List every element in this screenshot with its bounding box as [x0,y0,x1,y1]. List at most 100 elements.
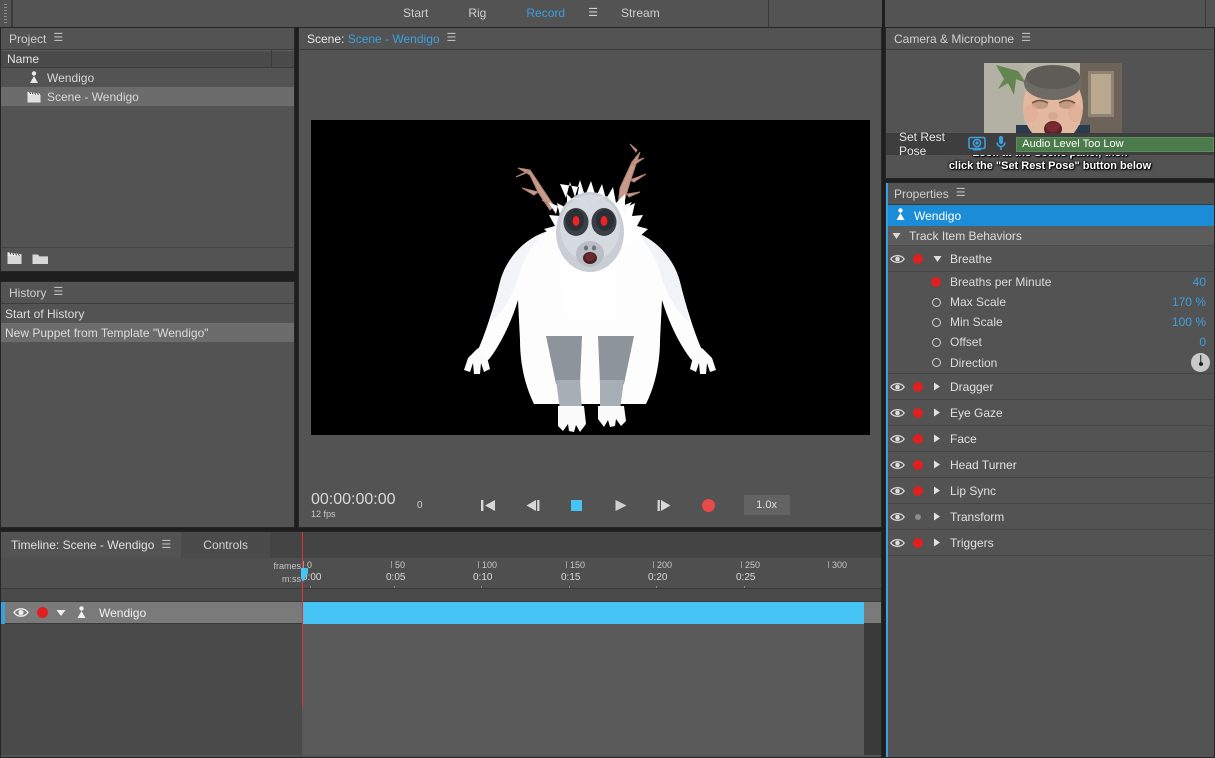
behavior-row-triggers[interactable]: Triggers [886,530,1214,556]
behavior-name: Transform [950,509,1005,524]
arm-record-toggle[interactable] [908,513,928,520]
timeline-ruler[interactable]: frames m:ss 0 50 100 150 200 250 300 0:0… [1,558,881,589]
track-arm-toggle[interactable] [32,607,52,618]
triangle-right-icon[interactable] [928,538,946,547]
history-item-start[interactable]: Start of History [1,304,294,323]
playhead-marker[interactable] [297,568,308,582]
arm-record-toggle[interactable] [908,381,928,392]
behavior-name: Dragger [950,379,994,394]
param-value[interactable]: 170 % [1172,295,1214,309]
new-folder-icon[interactable] [32,252,49,268]
param-row-max-scale[interactable]: Max Scale 170 % [886,292,1214,312]
param-row-direction[interactable]: Direction [886,352,1214,374]
eye-icon[interactable] [886,382,908,392]
eye-icon[interactable] [886,512,908,522]
playback-speed-button[interactable]: 1.0x [743,495,790,515]
project-item-scene-wendigo[interactable]: Scene - Wendigo [1,87,294,106]
hamburger-icon[interactable]: ☰ [53,33,63,44]
scene-canvas-area[interactable] [299,50,881,505]
hamburger-icon[interactable]: ☰ [447,33,457,44]
workspace-tab-rig[interactable]: Rig [448,0,506,27]
arm-record-toggle[interactable] [908,253,928,264]
behavior-row-dragger[interactable]: Dragger [886,374,1214,400]
param-arm-toggle[interactable] [926,317,946,327]
hamburger-icon[interactable]: ☰ [585,0,601,27]
triangle-right-icon[interactable] [928,512,946,521]
new-scene-icon[interactable] [7,251,23,268]
workspace-tab-start[interactable]: Start [383,0,448,27]
timeline-track-row[interactable]: Wendigo [1,601,881,624]
param-arm-toggle[interactable] [926,337,946,347]
time-tick: 0:20 [648,572,668,588]
param-row-breaths-per-minute[interactable]: Breaths per Minute 40 [886,272,1214,292]
triangle-down-icon[interactable] [52,609,70,617]
stop-icon[interactable] [568,496,586,514]
eye-icon[interactable] [886,538,908,548]
eye-icon[interactable] [886,486,908,496]
microphone-icon[interactable] [995,135,1007,154]
tab-controls[interactable]: Controls [181,532,270,558]
triangle-right-icon[interactable] [928,434,946,443]
timeline-track-area[interactable] [302,624,864,755]
tab-timeline[interactable]: Timeline: Scene - Wendigo ☰ [1,532,182,558]
divider [1205,0,1206,27]
param-label: Min Scale [950,315,1003,329]
go-to-start-icon[interactable] [480,496,498,514]
param-row-min-scale[interactable]: Min Scale 100 % [886,312,1214,332]
param-arm-toggle[interactable] [926,297,946,307]
eye-icon[interactable] [10,607,32,618]
behavior-row-face[interactable]: Face [886,426,1214,452]
puppet-icon [70,606,92,619]
triangle-right-icon[interactable] [928,382,946,391]
eye-icon[interactable] [886,408,908,418]
step-forward-icon[interactable] [656,496,674,514]
behavior-row-eye-gaze[interactable]: Eye Gaze [886,400,1214,426]
play-icon[interactable] [612,496,630,514]
param-value[interactable]: 40 [1193,275,1214,289]
workspace-tab-record[interactable]: Record [506,0,585,27]
clapperboard-icon [27,90,41,104]
record-icon[interactable] [700,496,718,514]
behavior-row-lip-sync[interactable]: Lip Sync [886,478,1214,504]
history-panel: History ☰ Start of History New Puppet fr… [0,281,295,528]
arm-record-toggle[interactable] [908,407,928,418]
history-item-new-puppet[interactable]: New Puppet from Template "Wendigo" [1,323,294,342]
direction-dial-icon[interactable] [1191,353,1210,372]
set-rest-pose-button[interactable]: Set Rest Pose [899,130,959,158]
track-clip-bar[interactable] [302,602,864,624]
hamburger-icon[interactable]: ☰ [53,287,63,298]
param-arm-toggle[interactable] [926,277,946,287]
hamburger-icon[interactable]: ☰ [161,539,171,551]
hamburger-icon[interactable]: ☰ [956,188,966,199]
properties-panel-header: Properties ☰ [886,183,1214,205]
arm-record-toggle[interactable] [908,537,928,548]
triangle-down-icon[interactable] [928,255,946,263]
drag-grip-icon[interactable] [0,0,12,27]
param-value[interactable]: 100 % [1172,315,1214,329]
step-back-icon[interactable] [524,496,542,514]
eye-icon[interactable] [886,434,908,444]
project-item-wendigo[interactable]: Wendigo [1,68,294,87]
camera-icon[interactable] [968,135,987,154]
param-arm-toggle[interactable] [926,358,946,367]
arm-record-toggle[interactable] [908,433,928,444]
workspace-tab-stream[interactable]: Stream [601,0,680,27]
behavior-row-breathe[interactable]: Breathe [886,246,1214,272]
triangle-right-icon[interactable] [928,460,946,469]
triangle-right-icon[interactable] [928,408,946,417]
arm-record-toggle[interactable] [908,485,928,496]
scene-canvas[interactable] [310,120,870,435]
eye-icon[interactable] [886,254,908,264]
timeline-scrollbar-area[interactable] [864,624,881,755]
param-value[interactable]: 0 [1199,335,1214,349]
properties-object-header[interactable]: Wendigo [886,205,1214,226]
behavior-row-transform[interactable]: Transform [886,504,1214,530]
eye-icon[interactable] [886,460,908,470]
behavior-row-head-turner[interactable]: Head Turner [886,452,1214,478]
hamburger-icon[interactable]: ☰ [1021,33,1031,44]
track-item-behaviors-section[interactable]: Track Item Behaviors [886,226,1214,246]
param-row-offset[interactable]: Offset 0 [886,332,1214,352]
triangle-right-icon[interactable] [928,486,946,495]
arm-record-toggle[interactable] [908,459,928,470]
timeline-body[interactable] [1,624,881,755]
